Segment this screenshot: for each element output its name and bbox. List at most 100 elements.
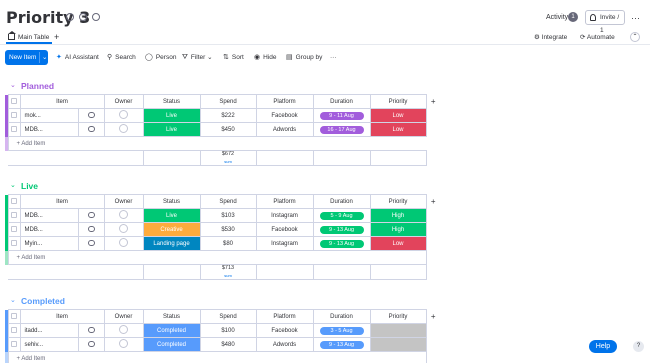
- col-item[interactable]: Item: [19, 194, 105, 209]
- duration-cell[interactable]: 5 - 9 Aug: [312, 208, 371, 223]
- add-item-row[interactable]: + Add Item: [5, 351, 440, 363]
- col-platform[interactable]: Platform: [255, 94, 314, 109]
- row-checkbox[interactable]: [7, 122, 21, 137]
- hide-button[interactable]: ◉ Hide: [254, 50, 276, 65]
- status-cell[interactable]: Live: [142, 208, 201, 223]
- chat-icon[interactable]: [92, 13, 100, 21]
- conversation-icon[interactable]: [77, 208, 105, 223]
- chevron-down-icon[interactable]: ⌄: [42, 50, 47, 65]
- col-spend[interactable]: Spend: [199, 194, 257, 209]
- conversation-icon[interactable]: [77, 337, 105, 352]
- status-cell[interactable]: Live: [142, 122, 201, 137]
- spend-cell[interactable]: $530: [199, 222, 257, 237]
- duration-cell[interactable]: 9 - 13 Aug: [312, 337, 371, 352]
- col-spend[interactable]: Spend: [199, 309, 257, 324]
- platform-cell[interactable]: Instagram: [255, 208, 314, 223]
- col-status[interactable]: Status: [142, 309, 201, 324]
- help-button[interactable]: Help: [589, 340, 617, 353]
- platform-cell[interactable]: Facebook: [255, 108, 314, 123]
- col-platform[interactable]: Platform: [255, 194, 314, 209]
- priority-cell[interactable]: High: [369, 208, 427, 223]
- info-icon[interactable]: i: [66, 13, 74, 21]
- row-checkbox[interactable]: [7, 108, 21, 123]
- col-status[interactable]: Status: [142, 194, 201, 209]
- table-row[interactable]: MDB... Live $450 Adwords 16 - 17 Aug Low: [5, 122, 440, 137]
- priority-cell[interactable]: Low: [369, 122, 427, 137]
- row-checkbox[interactable]: [7, 337, 21, 352]
- add-item-row[interactable]: + Add Item: [5, 250, 440, 265]
- priority-cell[interactable]: [369, 323, 427, 338]
- chevron-down-icon[interactable]: ⌄: [10, 296, 16, 304]
- spend-cell[interactable]: $103: [199, 208, 257, 223]
- add-column-button[interactable]: +: [426, 310, 440, 324]
- activity-button[interactable]: Activity: [546, 14, 568, 21]
- more-options-icon[interactable]: ···: [631, 13, 640, 23]
- row-checkbox[interactable]: [7, 236, 21, 251]
- conversation-icon[interactable]: [77, 222, 105, 237]
- table-row[interactable]: MDB... Live $103 Instagram 5 - 9 Aug Hig…: [5, 208, 440, 223]
- select-all-checkbox[interactable]: [7, 309, 21, 324]
- row-checkbox[interactable]: [7, 208, 21, 223]
- filter-button[interactable]: ⛛ Filter ⌄: [182, 50, 213, 65]
- item-name[interactable]: sehiv...: [19, 337, 79, 352]
- conversation-icon[interactable]: [77, 122, 105, 137]
- priority-cell[interactable]: Low: [369, 108, 427, 123]
- col-owner[interactable]: Owner: [103, 309, 144, 324]
- platform-cell[interactable]: Instagram: [255, 236, 314, 251]
- status-cell[interactable]: Landing page: [142, 236, 201, 251]
- spend-cell[interactable]: $80: [199, 236, 257, 251]
- status-cell[interactable]: Live: [142, 108, 201, 123]
- duration-cell[interactable]: 9 - 13 Aug: [312, 236, 371, 251]
- col-spend[interactable]: Spend: [199, 94, 257, 109]
- spend-cell[interactable]: $480: [199, 337, 257, 352]
- platform-cell[interactable]: Facebook: [255, 323, 314, 338]
- col-duration[interactable]: Duration: [312, 94, 371, 109]
- row-checkbox[interactable]: [7, 323, 21, 338]
- add-item-button[interactable]: + Add Item: [7, 351, 427, 363]
- table-row[interactable]: Myin... Landing page $80 Instagram 9 - 1…: [5, 236, 440, 251]
- ai-assistant-button[interactable]: ✦ AI Assistant: [56, 50, 99, 65]
- col-status[interactable]: Status: [142, 94, 201, 109]
- col-priority[interactable]: Priority: [369, 194, 427, 209]
- owner-avatar[interactable]: [103, 122, 144, 137]
- spend-cell[interactable]: $450: [199, 122, 257, 137]
- group-title-completed[interactable]: Completed: [21, 296, 65, 306]
- collapse-header-icon[interactable]: ⌃: [630, 32, 640, 42]
- status-cell[interactable]: Creative: [142, 222, 201, 237]
- add-view-button[interactable]: +: [54, 32, 59, 42]
- add-column-button[interactable]: +: [426, 195, 440, 209]
- status-cell[interactable]: Completed: [142, 323, 201, 338]
- invite-button[interactable]: Invite / 1: [585, 10, 625, 34]
- select-all-checkbox[interactable]: [7, 94, 21, 109]
- new-item-button[interactable]: New Item ⌄: [5, 50, 48, 65]
- chevron-down-icon[interactable]: ⌄: [10, 181, 16, 189]
- table-row[interactable]: mok... Live $222 Facebook 9 - 11 Aug Low: [5, 108, 440, 123]
- add-item-button[interactable]: + Add Item: [7, 136, 426, 151]
- platform-cell[interactable]: Adwords: [255, 337, 314, 352]
- col-priority[interactable]: Priority: [369, 309, 427, 324]
- col-owner[interactable]: Owner: [103, 94, 144, 109]
- priority-cell[interactable]: [369, 337, 427, 352]
- owner-avatar[interactable]: [103, 208, 144, 223]
- select-all-checkbox[interactable]: [7, 194, 21, 209]
- col-duration[interactable]: Duration: [312, 194, 371, 209]
- duration-cell[interactable]: 3 - 5 Aug: [312, 323, 371, 338]
- add-column-button[interactable]: +: [426, 95, 440, 109]
- add-item-button[interactable]: + Add Item: [7, 250, 427, 265]
- item-name[interactable]: MDB...: [19, 122, 79, 137]
- col-owner[interactable]: Owner: [103, 194, 144, 209]
- table-row[interactable]: itadd... Completed $100 Facebook 3 - 5 A…: [5, 323, 440, 338]
- spend-sum[interactable]: $713 sum: [199, 264, 257, 280]
- tab-main-table[interactable]: Main Table: [6, 31, 53, 44]
- platform-cell[interactable]: Adwords: [255, 122, 314, 137]
- duration-cell[interactable]: 9 - 13 Aug: [312, 222, 371, 237]
- item-name[interactable]: MDB...: [19, 208, 79, 223]
- conversation-icon[interactable]: [77, 236, 105, 251]
- group-by-button[interactable]: ▤ Group by: [286, 50, 322, 65]
- conversation-icon[interactable]: [77, 323, 105, 338]
- status-cell[interactable]: Completed: [142, 337, 201, 352]
- toolbar-more-icon[interactable]: ···: [330, 50, 337, 65]
- automate-button[interactable]: ⟳ Automate: [580, 33, 615, 41]
- platform-cell[interactable]: Facebook: [255, 222, 314, 237]
- spend-cell[interactable]: $100: [199, 323, 257, 338]
